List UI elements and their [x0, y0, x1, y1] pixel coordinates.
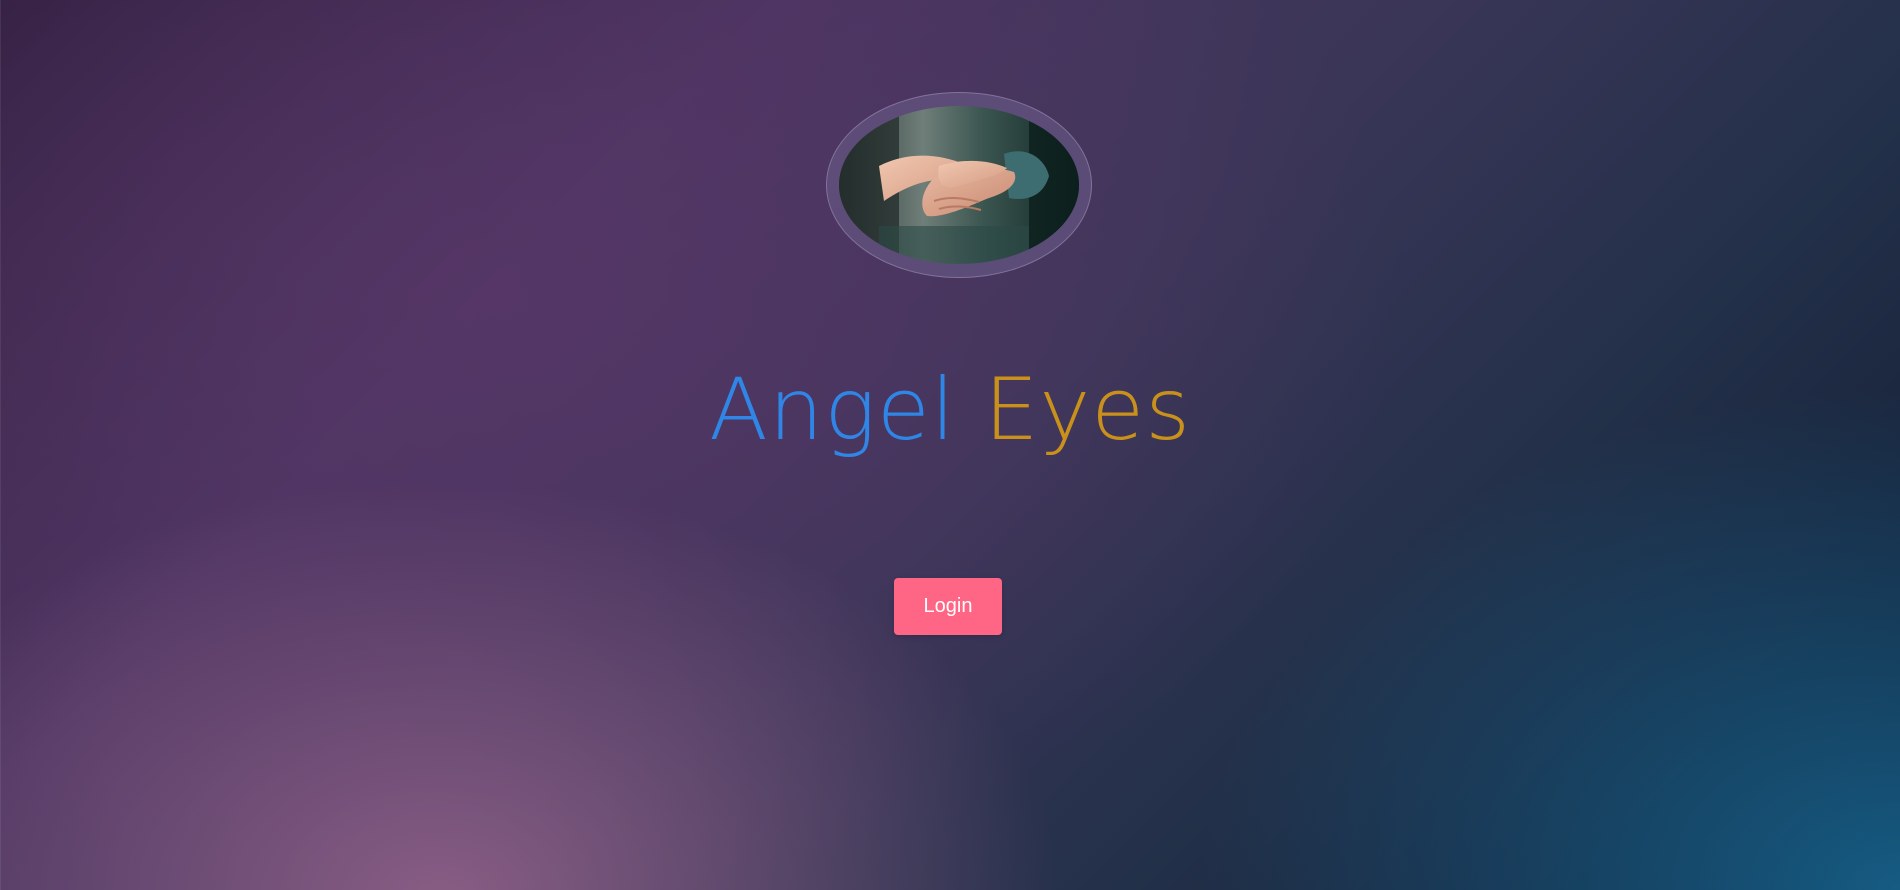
- logo-frame: [826, 92, 1092, 278]
- app-title-eyes: Eyes: [984, 360, 1192, 460]
- app-title-angel: Angel: [708, 360, 956, 460]
- holding-hands-photo: [839, 106, 1079, 264]
- app-title: Angel Eyes: [0, 355, 1900, 465]
- login-button[interactable]: Login: [894, 578, 1002, 635]
